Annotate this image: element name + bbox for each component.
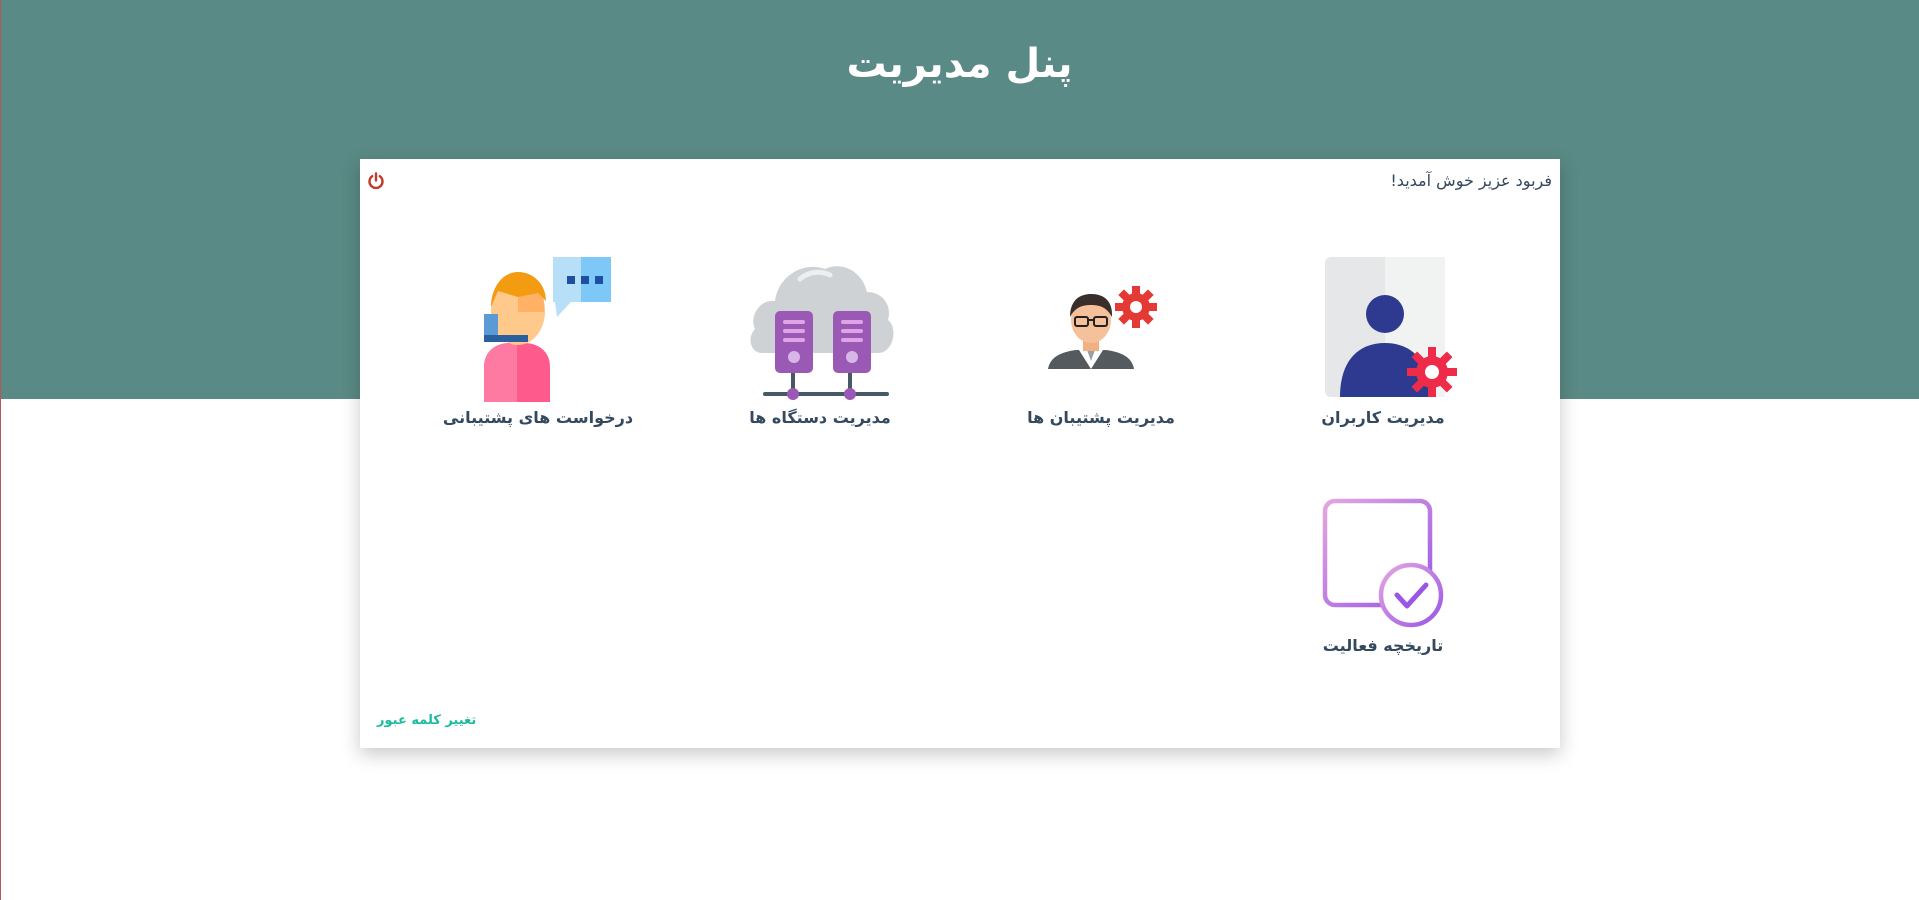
tile-user-management[interactable]: مدیریت کاربران [1263,257,1503,433]
page-title: پنل مدیریت [846,41,1073,87]
tile-support-agents[interactable]: مدیریت پشتیبان ها [981,257,1221,433]
tile-label: مدیریت کاربران [1321,408,1445,427]
tile-activity-history[interactable]: تاریخچه فعالیت [1263,485,1503,661]
calendar-check-icon [1303,485,1463,630]
tile-devices[interactable]: مدیریت دستگاه ها [700,257,940,433]
cloud-servers-icon [740,257,900,402]
change-password-link[interactable]: تغییر کلمه عبور [377,711,476,731]
support-chat-icon [458,257,618,402]
tile-label: مدیریت پشتیبان ها [1027,408,1175,427]
tile-support-requests[interactable]: درخواست های پشتیبانی [418,257,658,433]
tile-label: تاریخچه فعالیت [1322,636,1444,655]
power-icon [368,172,384,190]
user-settings-icon [1303,257,1463,402]
tile-label: درخواست های پشتیبانی [442,408,634,427]
tile-label: مدیریت دستگاه ها [749,408,891,427]
welcome-message: فربود عزیز خوش آمدید! [1390,171,1552,190]
logout-button[interactable] [366,171,386,191]
support-agent-gear-icon [1021,257,1181,402]
admin-panel-card: فربود عزیز خوش آمدید! مدیریت کاربران مدی… [360,159,1560,748]
